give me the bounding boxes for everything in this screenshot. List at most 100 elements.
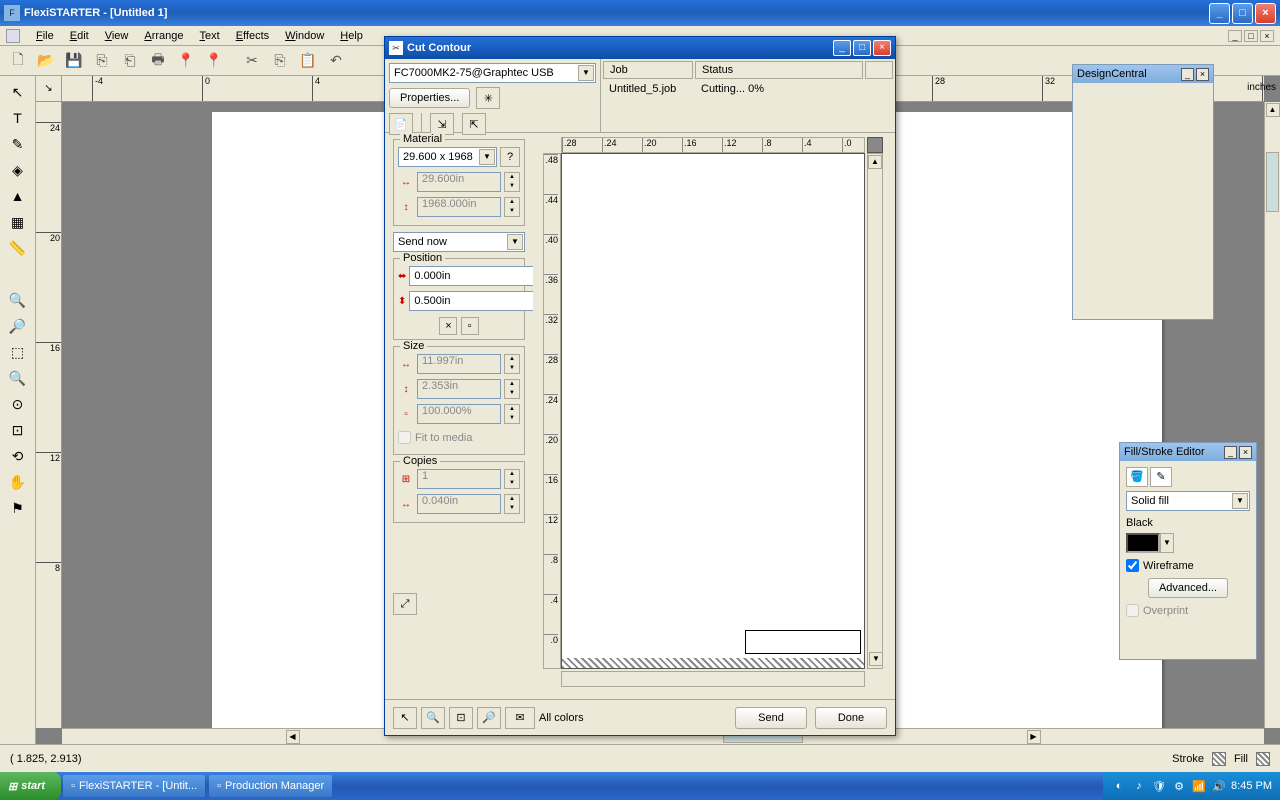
expand-panel-icon[interactable]: ⤢: [393, 593, 417, 615]
doc-sysmenu-icon[interactable]: [6, 29, 20, 43]
close-button[interactable]: ×: [1255, 3, 1276, 24]
pan-tool-icon[interactable]: ✋: [6, 470, 30, 494]
chevron-down-icon[interactable]: ▼: [1232, 493, 1248, 509]
zoom-out-icon[interactable]: 🔎: [477, 707, 501, 729]
dialog-maximize-button[interactable]: □: [853, 40, 871, 56]
job-col-header[interactable]: Job: [603, 61, 693, 79]
panel-titlebar[interactable]: DesignCentral _ ×: [1073, 65, 1213, 83]
edit-tool-icon[interactable]: ▲: [6, 184, 30, 208]
spinner[interactable]: ▲▼: [504, 197, 520, 217]
spinner[interactable]: ▲▼: [504, 494, 520, 514]
scroll-up-icon[interactable]: ▲: [868, 155, 882, 169]
panel-close-button[interactable]: ×: [1239, 446, 1252, 459]
tray-icon[interactable]: ⚙: [1171, 778, 1187, 794]
new-icon[interactable]: 🗋: [6, 49, 30, 73]
chevron-down-icon[interactable]: ▼: [578, 65, 594, 81]
envelope-icon[interactable]: ✉: [505, 707, 535, 729]
panel-minimize-button[interactable]: _: [1181, 68, 1194, 81]
preview-origin-icon[interactable]: [867, 137, 883, 153]
registration1-icon[interactable]: ⇲: [430, 113, 454, 135]
device-combo[interactable]: FC7000MK2-75@Graphtec USB▼: [389, 63, 596, 83]
panel-minimize-button[interactable]: _: [1224, 446, 1237, 459]
settings-icon[interactable]: ✳: [476, 87, 500, 109]
zoom-tool-icon[interactable]: 🔎: [6, 314, 30, 338]
panel-titlebar[interactable]: Fill/Stroke Editor _ ×: [1120, 443, 1256, 461]
fill-swatch[interactable]: [1256, 752, 1270, 766]
status-col-header[interactable]: Status: [695, 61, 863, 79]
save-icon[interactable]: 💾: [62, 49, 86, 73]
dialog-close-button[interactable]: ×: [873, 40, 891, 56]
zoom-fit-icon[interactable]: ⊡: [6, 418, 30, 442]
send-button[interactable]: Send: [735, 707, 807, 729]
preview-scroll-v[interactable]: ▲ ▼: [867, 153, 883, 669]
scroll-left-icon[interactable]: ◀: [286, 730, 300, 744]
import-icon[interactable]: ⎘: [90, 49, 114, 73]
menu-text[interactable]: Text: [192, 28, 228, 44]
spinner[interactable]: ▲▼: [504, 354, 520, 374]
tray-icon[interactable]: ◐: [1111, 778, 1127, 794]
tray-icon[interactable]: 🛡: [1151, 778, 1167, 794]
job-row[interactable]: Untitled_5.job Cutting... 0%: [603, 81, 893, 97]
doc-restore-button[interactable]: □: [1244, 30, 1258, 42]
spinner[interactable]: ▲▼: [504, 379, 520, 399]
done-button[interactable]: Done: [815, 707, 887, 729]
page-setup-icon[interactable]: 📄: [389, 113, 413, 135]
advanced-button[interactable]: Advanced...: [1148, 578, 1228, 598]
bezier-tool-icon[interactable]: ✎: [6, 132, 30, 156]
copy-icon[interactable]: ⎘: [268, 49, 292, 73]
pin2-icon[interactable]: 📍: [202, 49, 226, 73]
zoom-in-icon[interactable]: 🔍: [6, 288, 30, 312]
preview-canvas[interactable]: [561, 153, 865, 669]
rect-tool-icon[interactable]: ▦: [6, 210, 30, 234]
menu-view[interactable]: View: [97, 28, 137, 44]
pin1-icon[interactable]: 📍: [174, 49, 198, 73]
panel-close-button[interactable]: ×: [1196, 68, 1209, 81]
dialog-titlebar[interactable]: ✂ Cut Contour _ □ ×: [385, 37, 895, 59]
open-icon[interactable]: 📂: [34, 49, 58, 73]
pos-x-input[interactable]: [409, 266, 533, 286]
tray-icon[interactable]: ♪: [1131, 778, 1147, 794]
chevron-down-icon[interactable]: ▼: [507, 234, 523, 250]
scroll-right-icon[interactable]: ▶: [1027, 730, 1041, 744]
scroll-up-icon[interactable]: ▲: [1266, 103, 1280, 117]
measure-tool-icon[interactable]: 📏: [6, 236, 30, 260]
fill-type-combo[interactable]: Solid fill▼: [1126, 491, 1250, 511]
wireframe-checkbox[interactable]: [1126, 559, 1139, 572]
maximize-button[interactable]: □: [1232, 3, 1253, 24]
menu-effects[interactable]: Effects: [228, 28, 277, 44]
spinner[interactable]: ▲▼: [504, 404, 520, 424]
shape-tool-icon[interactable]: ◈: [6, 158, 30, 182]
clock[interactable]: 8:45 PM: [1231, 780, 1272, 792]
cut-icon[interactable]: ✂: [240, 49, 264, 73]
menu-file[interactable]: File: [28, 28, 62, 44]
text-tool-icon[interactable]: T: [6, 106, 30, 130]
material-size-combo[interactable]: 29.600 x 1968▼: [398, 147, 497, 167]
ruler-corner[interactable]: ↘: [36, 76, 62, 102]
zoom-out-icon[interactable]: 🔍: [6, 366, 30, 390]
minimize-button[interactable]: _: [1209, 3, 1230, 24]
color-swatch[interactable]: [1126, 533, 1160, 553]
doc-minimize-button[interactable]: _: [1228, 30, 1242, 42]
scroll-down-icon[interactable]: ▼: [869, 652, 883, 666]
paste-icon[interactable]: 📋: [296, 49, 320, 73]
color-dropdown-icon[interactable]: ▼: [1160, 533, 1174, 553]
flag-tool-icon[interactable]: ⚑: [6, 496, 30, 520]
zoom-in-icon[interactable]: 🔍: [421, 707, 445, 729]
menu-arrange[interactable]: Arrange: [136, 28, 191, 44]
scroll-thumb-v[interactable]: [1266, 152, 1279, 212]
print-icon[interactable]: 🖶: [146, 49, 170, 73]
properties-button[interactable]: Properties...: [389, 88, 470, 108]
dialog-minimize-button[interactable]: _: [833, 40, 851, 56]
taskbar-item[interactable]: ▫FlexiSTARTER - [Untit...: [63, 775, 205, 797]
spinner[interactable]: ▲▼: [504, 172, 520, 192]
pos-y-input[interactable]: [409, 291, 533, 311]
taskbar-item[interactable]: ▫Production Manager: [209, 775, 332, 797]
zoom-fit-icon[interactable]: ⊡: [449, 707, 473, 729]
zoom-page-icon[interactable]: ⬚: [6, 340, 30, 364]
fill-tab-icon[interactable]: 🪣: [1126, 467, 1148, 487]
zoom-sel-icon[interactable]: ⊙: [6, 392, 30, 416]
start-button[interactable]: ⊞ start: [0, 772, 61, 800]
send-mode-combo[interactable]: Send now▼: [393, 232, 525, 252]
doc-close-button[interactable]: ×: [1260, 30, 1274, 42]
scrollbar-vertical[interactable]: ▲: [1264, 102, 1280, 728]
